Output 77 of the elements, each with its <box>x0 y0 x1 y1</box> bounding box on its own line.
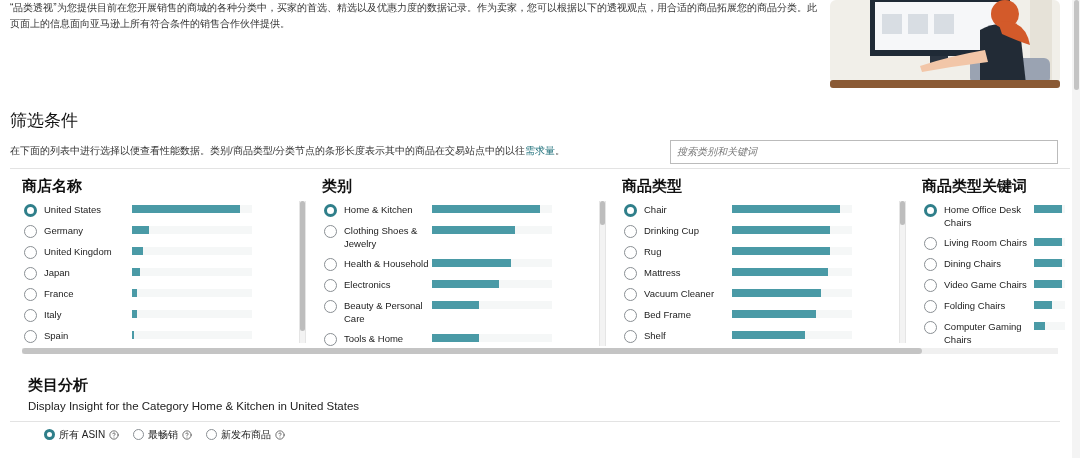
radio-button[interactable] <box>924 257 937 271</box>
radio-button[interactable] <box>24 266 37 280</box>
scrollbar-thumb[interactable] <box>900 200 905 225</box>
intro-paragraph: “品类透视”为您提供目前在您开展销售的商城的各种分类中，买家的首选、精选以及优惠力度的数据记录。作为卖家，您可以根据以下的透视观点，用合适的商品拓展您的商品分类。此页面上的信息面向亚马逊上所有符合条件的销售合作伙伴提供。 <box>10 1 818 31</box>
section-title: 类目分析 <box>28 374 88 395</box>
demand-link[interactable]: 需求量 <box>525 145 556 157</box>
scrollbar-thumb[interactable] <box>300 200 305 331</box>
radio-label[interactable]: 所有 ASIN <box>59 427 106 443</box>
column-heading: 商品类型关键词 <box>921 175 1027 196</box>
list-item[interactable]: Home & Kitchen <box>344 202 430 216</box>
search-field[interactable]: 搜索类别和关键词 <box>670 139 1058 164</box>
list-item[interactable]: Tools & Home <box>344 331 430 345</box>
help-icon[interactable] <box>109 429 120 440</box>
list-item[interactable]: Italy <box>44 307 130 321</box>
radio-button[interactable] <box>324 278 337 292</box>
radio-button[interactable] <box>44 429 55 441</box>
radio-button[interactable] <box>624 287 637 301</box>
help-icon[interactable] <box>275 429 286 440</box>
list-item[interactable]: Spain <box>44 328 130 342</box>
list-item[interactable]: Folding Chairs <box>944 298 1032 312</box>
list-item[interactable]: Germany <box>44 223 130 237</box>
list-item[interactable]: Japan <box>44 265 130 279</box>
list-item[interactable]: United Kingdom <box>44 244 130 258</box>
list-item[interactable]: Chair <box>644 202 730 216</box>
radio-button[interactable] <box>624 203 637 217</box>
radio-button[interactable] <box>324 299 337 313</box>
horizontal-scrollbar-thumb[interactable] <box>22 347 922 354</box>
list-item[interactable]: Vacuum Cleaner <box>644 286 730 300</box>
radio-label[interactable]: 新发布商品 <box>221 427 272 443</box>
section-subtitle: Display Insight for the Category Home & Kitchen in United States <box>28 399 360 414</box>
radio-button[interactable] <box>24 329 37 343</box>
section-title: 筛选条件 <box>10 110 78 132</box>
column-heading: 商品类型 <box>621 175 682 196</box>
radio-button[interactable] <box>24 245 37 259</box>
filter-description: 在下面的列表中进行选择以便查看性能数据。类别/商品类型/分类节点的条形长度表示其中的商品在交易站点中的以往需求量。 <box>10 144 566 159</box>
radio-label[interactable]: 最畅销 <box>148 427 179 443</box>
column-heading: 类别 <box>321 175 352 196</box>
radio-button[interactable] <box>24 203 37 217</box>
radio-button[interactable] <box>324 257 337 271</box>
radio-button[interactable] <box>924 320 937 334</box>
radio-button[interactable] <box>624 266 637 280</box>
list-item[interactable]: Video Game Chairs <box>944 277 1032 291</box>
list-item[interactable]: Home Office Desk Chairs <box>944 202 1032 229</box>
radio-button[interactable] <box>24 308 37 322</box>
radio-button[interactable] <box>924 278 937 292</box>
list-item[interactable]: Dining Chairs <box>944 256 1032 270</box>
list-item[interactable]: Shelf <box>644 328 730 342</box>
radio-button[interactable] <box>24 287 37 301</box>
list-item[interactable]: Mattress <box>644 265 730 279</box>
radio-button[interactable] <box>624 245 637 259</box>
radio-button[interactable] <box>206 429 218 441</box>
list-item[interactable]: Health & Household <box>344 256 430 270</box>
radio-button[interactable] <box>624 224 637 238</box>
radio-button[interactable] <box>924 299 937 313</box>
radio-button[interactable] <box>924 236 937 250</box>
list-item[interactable]: Beauty & Personal Care <box>344 298 430 325</box>
list-item[interactable]: Living Room Chairs <box>944 235 1032 249</box>
help-icon[interactable] <box>182 429 193 440</box>
radio-button[interactable] <box>624 329 637 343</box>
scrollbar-thumb[interactable] <box>600 200 605 225</box>
radio-button[interactable] <box>24 224 37 238</box>
page-scrollbar-thumb[interactable] <box>1073 0 1079 90</box>
column-heading: 商店名称 <box>21 175 82 196</box>
list-item[interactable]: Clothing Shoes & Jewelry <box>344 223 430 250</box>
list-item[interactable]: Computer Gaming Chairs <box>944 319 1032 346</box>
list-item[interactable]: Drinking Cup <box>644 223 730 237</box>
list-item[interactable]: United States <box>44 202 130 216</box>
list-item[interactable]: France <box>44 286 130 300</box>
list-item[interactable]: Rug <box>644 244 730 258</box>
radio-button[interactable] <box>324 224 337 238</box>
radio-button[interactable] <box>324 332 337 346</box>
radio-button[interactable] <box>624 308 637 322</box>
list-item[interactable]: Bed Frame <box>644 307 730 321</box>
radio-button[interactable] <box>133 429 145 441</box>
radio-button[interactable] <box>924 203 937 217</box>
list-item[interactable]: Electronics <box>344 277 430 291</box>
radio-button[interactable] <box>324 203 337 217</box>
